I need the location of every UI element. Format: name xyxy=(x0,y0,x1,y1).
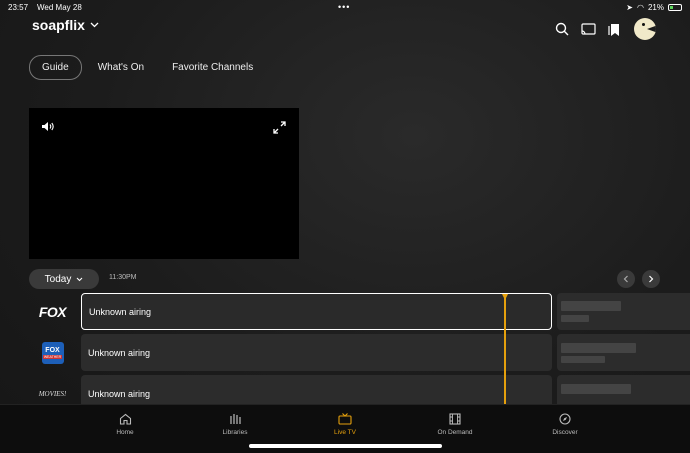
nav-on-demand[interactable]: On Demand xyxy=(415,413,495,436)
nav-live-tv-label: Live TV xyxy=(334,429,356,436)
nav-home[interactable]: Home xyxy=(85,413,165,436)
multitask-dots-icon[interactable]: ••• xyxy=(338,2,350,12)
nav-libraries-label: Libraries xyxy=(222,429,248,436)
chevron-left-icon xyxy=(623,275,628,283)
top-actions xyxy=(555,18,656,40)
program-title: Unknown airing xyxy=(89,306,152,317)
timeslot-label: 11:30PM xyxy=(109,274,137,281)
libraries-icon xyxy=(229,414,241,424)
nav-discover-label: Discover xyxy=(552,429,578,436)
chevron-down-icon xyxy=(76,277,83,281)
nav-libraries[interactable]: Libraries xyxy=(195,413,275,436)
fox-weather-logo: FOX WEATHER xyxy=(41,341,64,364)
program-cell-next[interactable] xyxy=(557,334,690,371)
nav-on-demand-label: On Demand xyxy=(437,429,473,436)
loading-placeholder xyxy=(561,384,631,394)
avatar-mouth xyxy=(647,25,656,33)
day-selector[interactable]: Today xyxy=(29,269,99,289)
channel-logo-fox[interactable]: FOX xyxy=(29,293,76,330)
battery-icon xyxy=(668,4,682,11)
tab-whats-on[interactable]: What's On xyxy=(86,56,156,79)
server-selector[interactable]: soapflix xyxy=(32,17,99,33)
nav-discover[interactable]: Discover xyxy=(525,413,605,436)
channel-row: FOX WEATHER Unknown airing xyxy=(29,334,690,371)
status-bar: 23:57 Wed May 28 ••• ➤ ◠ 21% xyxy=(0,0,690,16)
nav-home-label: Home xyxy=(116,429,134,436)
loading-placeholder xyxy=(561,356,605,363)
program-cell-next[interactable] xyxy=(557,293,690,330)
day-label: Today xyxy=(44,273,72,285)
now-indicator-line xyxy=(504,296,506,406)
home-icon xyxy=(119,413,131,425)
bookmark-icon[interactable] xyxy=(608,22,622,37)
avatar-eye xyxy=(642,23,645,26)
battery-percent: 21% xyxy=(647,3,664,12)
volume-icon[interactable] xyxy=(41,121,55,132)
program-title: Unknown airing xyxy=(88,347,151,358)
tv-icon xyxy=(338,413,352,425)
status-indicators: ➤ ◠ 21% xyxy=(626,3,682,12)
channel-logo-fox-weather[interactable]: FOX WEATHER xyxy=(29,334,76,371)
video-player[interactable] xyxy=(29,108,299,259)
guide-toolbar: Today 11:30PM xyxy=(29,269,661,289)
status-date: Wed May 28 xyxy=(37,3,82,12)
next-button[interactable] xyxy=(642,270,660,288)
program-cell[interactable]: Unknown airing xyxy=(81,293,552,330)
loading-placeholder xyxy=(561,315,589,322)
channel-row: FOX Unknown airing xyxy=(29,293,690,330)
fullscreen-icon[interactable] xyxy=(273,121,286,134)
nav-live-tv[interactable]: Live TV xyxy=(305,413,385,436)
tab-bar: Guide What's On Favorite Channels xyxy=(29,55,265,80)
search-icon[interactable] xyxy=(555,22,569,36)
compass-icon xyxy=(559,413,571,425)
cast-icon[interactable] xyxy=(581,22,596,36)
prev-button[interactable] xyxy=(617,270,635,288)
location-icon: ➤ xyxy=(626,3,633,12)
film-icon xyxy=(449,413,461,425)
program-title: Unknown airing xyxy=(88,388,151,399)
status-time: 23:57 xyxy=(8,3,29,12)
program-cell[interactable]: Unknown airing xyxy=(81,334,552,371)
avatar[interactable] xyxy=(634,18,656,40)
home-indicator[interactable] xyxy=(249,444,442,448)
server-name: soapflix xyxy=(32,17,85,33)
loading-placeholder xyxy=(561,301,621,311)
tab-guide[interactable]: Guide xyxy=(29,55,82,80)
chevron-down-icon xyxy=(90,22,99,28)
tab-favorite-channels[interactable]: Favorite Channels xyxy=(160,56,265,79)
loading-placeholder xyxy=(561,343,636,353)
chevron-right-icon xyxy=(649,275,654,283)
wifi-icon: ◠ xyxy=(637,3,644,12)
